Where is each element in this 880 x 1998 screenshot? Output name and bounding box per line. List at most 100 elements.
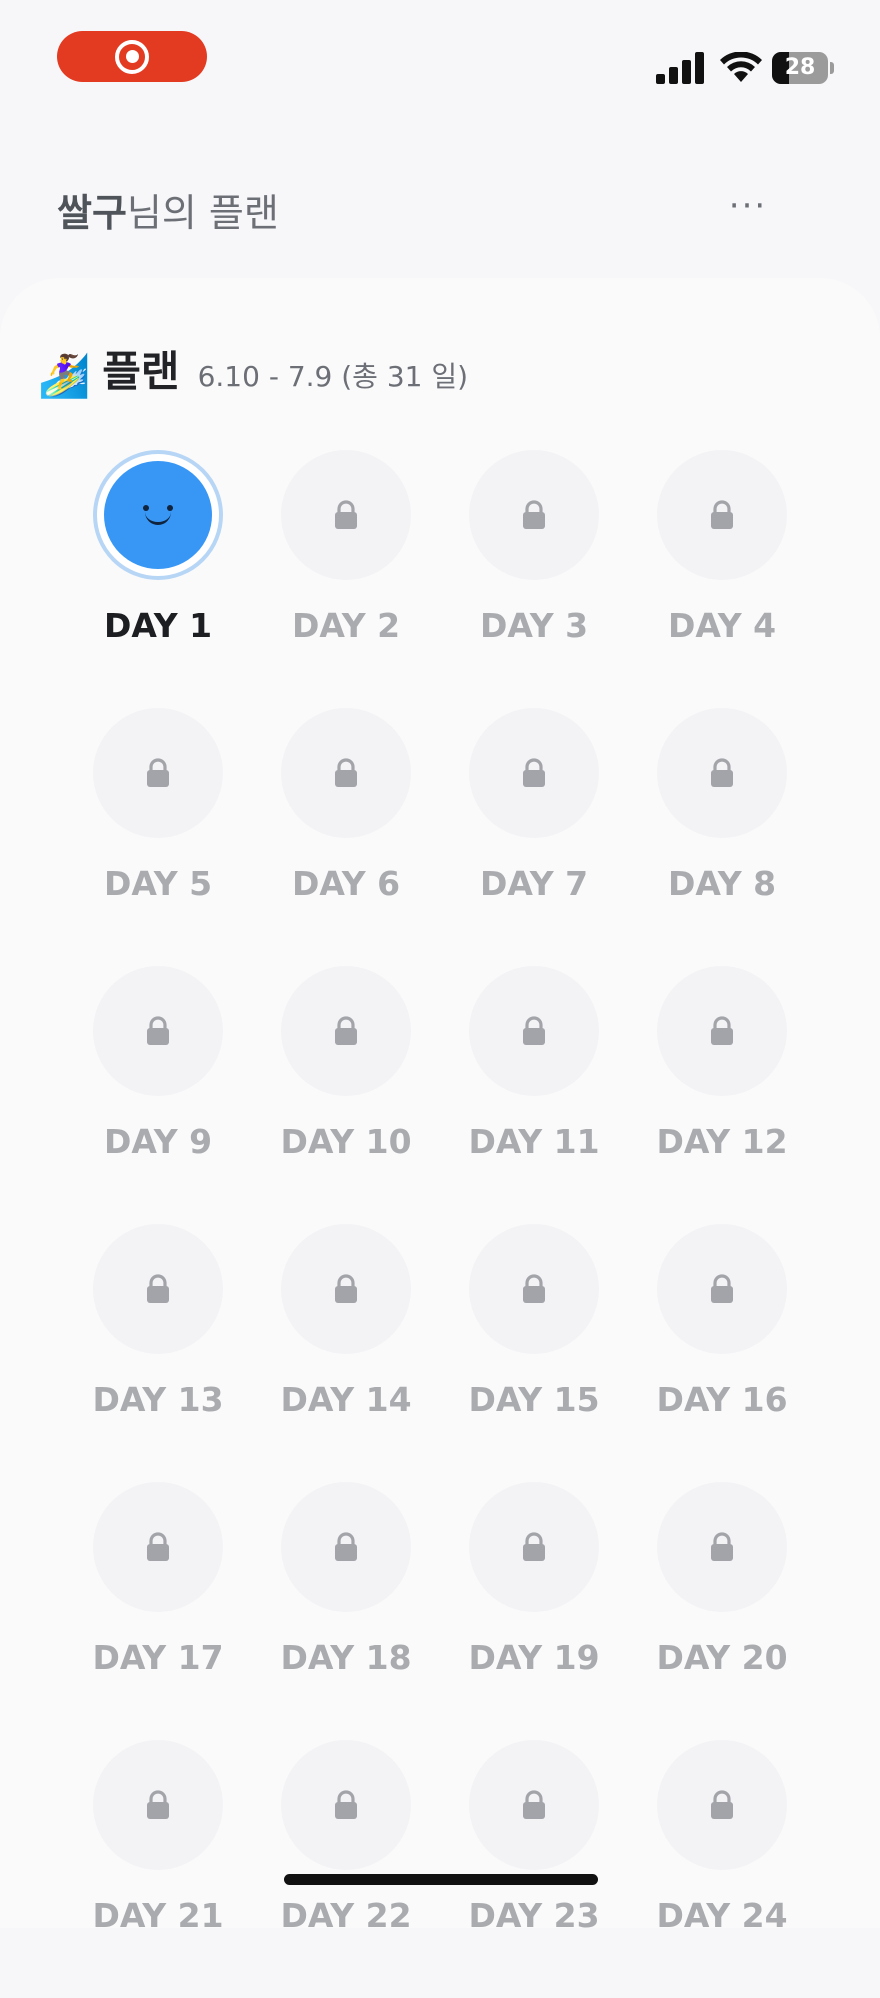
day-item[interactable]: DAY 24 xyxy=(628,1740,816,1998)
day-label: DAY 16 xyxy=(656,1380,788,1419)
lock-icon xyxy=(711,1274,733,1303)
day-item[interactable]: DAY 18 xyxy=(252,1482,440,1740)
lock-icon xyxy=(335,1532,357,1561)
lock-icon xyxy=(711,1532,733,1561)
more-dots-icon: ··· xyxy=(728,186,768,226)
plan-title: 플랜 xyxy=(102,347,180,396)
day-item[interactable]: DAY 8 xyxy=(628,708,816,966)
day-locked-badge[interactable] xyxy=(469,1740,599,1870)
lock-icon xyxy=(147,1790,169,1819)
day-item[interactable]: DAY 1 xyxy=(64,450,252,708)
home-indicator xyxy=(284,1874,598,1885)
page-title-suffix: 님의 플랜 xyxy=(126,191,279,235)
day-label: DAY 21 xyxy=(92,1896,224,1935)
page-title: 쌀구님의 플랜 xyxy=(57,182,279,237)
record-icon xyxy=(115,39,149,74)
day-label: DAY 13 xyxy=(92,1380,224,1419)
day-label: DAY 20 xyxy=(656,1638,788,1677)
day-locked-badge[interactable] xyxy=(469,450,599,580)
day-item[interactable]: DAY 7 xyxy=(440,708,628,966)
day-locked-badge[interactable] xyxy=(469,966,599,1096)
day-label: DAY 19 xyxy=(468,1638,600,1677)
lock-icon xyxy=(523,1532,545,1561)
lock-icon xyxy=(523,1016,545,1045)
day-item[interactable]: DAY 17 xyxy=(64,1482,252,1740)
lock-icon xyxy=(711,1790,733,1819)
day-item[interactable]: DAY 16 xyxy=(628,1224,816,1482)
day-locked-badge[interactable] xyxy=(469,1482,599,1612)
status-bar: 28 xyxy=(0,0,880,120)
lock-icon xyxy=(335,1274,357,1303)
battery-level: 28 xyxy=(784,55,816,80)
day-locked-badge[interactable] xyxy=(93,1224,223,1354)
day-locked-badge[interactable] xyxy=(93,1740,223,1870)
day-item[interactable]: DAY 5 xyxy=(64,708,252,966)
day-locked-badge[interactable] xyxy=(281,1224,411,1354)
lock-icon xyxy=(147,758,169,787)
day-item[interactable]: DAY 13 xyxy=(64,1224,252,1482)
day-item[interactable]: DAY 15 xyxy=(440,1224,628,1482)
day-locked-badge[interactable] xyxy=(281,1740,411,1870)
day-item[interactable]: DAY 23 xyxy=(440,1740,628,1998)
day-item[interactable]: DAY 21 xyxy=(64,1740,252,1998)
day-label: DAY 14 xyxy=(280,1380,412,1419)
day-label: DAY 6 xyxy=(291,864,401,903)
smiley-face-icon xyxy=(104,461,212,569)
day-locked-badge[interactable] xyxy=(469,1224,599,1354)
day-active-badge[interactable] xyxy=(93,450,223,580)
day-locked-badge[interactable] xyxy=(281,1482,411,1612)
day-label: DAY 17 xyxy=(92,1638,224,1677)
lock-icon xyxy=(335,1790,357,1819)
day-locked-badge[interactable] xyxy=(657,966,787,1096)
day-item[interactable]: DAY 10 xyxy=(252,966,440,1224)
day-locked-badge[interactable] xyxy=(469,708,599,838)
day-locked-badge[interactable] xyxy=(281,708,411,838)
day-label: DAY 4 xyxy=(667,606,777,645)
day-locked-badge[interactable] xyxy=(657,1482,787,1612)
day-item[interactable]: DAY 19 xyxy=(440,1482,628,1740)
lock-icon xyxy=(523,758,545,787)
day-label: DAY 2 xyxy=(291,606,401,645)
day-item[interactable]: DAY 2 xyxy=(252,450,440,708)
lock-icon xyxy=(335,1016,357,1045)
day-locked-badge[interactable] xyxy=(657,708,787,838)
day-item[interactable]: DAY 11 xyxy=(440,966,628,1224)
day-locked-badge[interactable] xyxy=(657,1224,787,1354)
lock-icon xyxy=(523,1790,545,1819)
lock-icon xyxy=(711,1016,733,1045)
lock-icon xyxy=(147,1016,169,1045)
screen-recording-indicator[interactable] xyxy=(57,31,207,82)
plan-date-range: 6.10 - 7.9 (총 31 일) xyxy=(197,360,469,393)
day-locked-badge[interactable] xyxy=(657,450,787,580)
lock-icon xyxy=(147,1532,169,1561)
day-label: DAY 5 xyxy=(103,864,213,903)
day-label: DAY 1 xyxy=(103,606,213,645)
day-item[interactable]: DAY 20 xyxy=(628,1482,816,1740)
day-item[interactable]: DAY 22 xyxy=(252,1740,440,1998)
day-locked-badge[interactable] xyxy=(93,1482,223,1612)
day-locked-badge[interactable] xyxy=(281,450,411,580)
day-item[interactable]: DAY 4 xyxy=(628,450,816,708)
more-options-button[interactable]: ··· xyxy=(718,186,778,226)
day-label: DAY 15 xyxy=(468,1380,600,1419)
lock-icon xyxy=(523,500,545,529)
day-label: DAY 11 xyxy=(468,1122,600,1161)
day-item[interactable]: DAY 9 xyxy=(64,966,252,1224)
day-label: DAY 3 xyxy=(479,606,589,645)
day-locked-badge[interactable] xyxy=(93,966,223,1096)
day-label: DAY 8 xyxy=(667,864,777,903)
day-locked-badge[interactable] xyxy=(657,1740,787,1870)
day-label: DAY 23 xyxy=(468,1896,600,1935)
lock-icon xyxy=(523,1274,545,1303)
day-locked-badge[interactable] xyxy=(93,708,223,838)
day-label: DAY 22 xyxy=(280,1896,412,1935)
battery-icon: 28 xyxy=(772,52,834,84)
day-item[interactable]: DAY 14 xyxy=(252,1224,440,1482)
day-item[interactable]: DAY 12 xyxy=(628,966,816,1224)
plan-card: 🏄‍♀️ 플랜 6.10 - 7.9 (총 31 일) DAY 1 DAY 2 DA… xyxy=(0,278,880,1935)
day-grid: DAY 1 DAY 2 DAY 3 DAY 4 DAY 5 DAY 6 DAY 7 DAY 8… xyxy=(64,450,816,1998)
day-item[interactable]: DAY 6 xyxy=(252,708,440,966)
user-name: 쌀구 xyxy=(57,191,127,235)
day-item[interactable]: DAY 3 xyxy=(440,450,628,708)
day-locked-badge[interactable] xyxy=(281,966,411,1096)
